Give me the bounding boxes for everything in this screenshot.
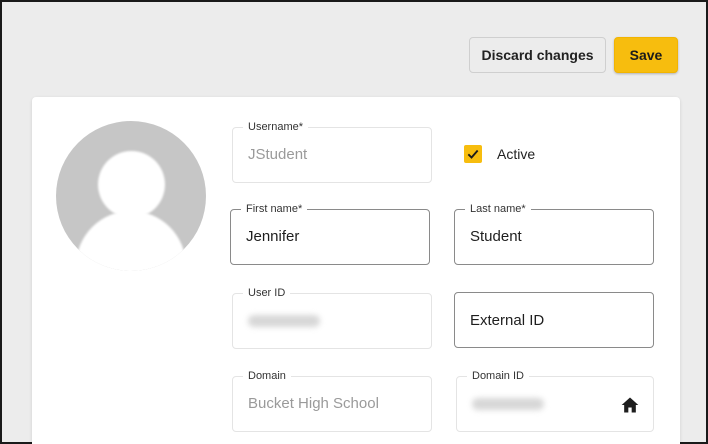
- active-toggle[interactable]: Active: [464, 145, 535, 163]
- external-id-field[interactable]: External ID: [454, 292, 654, 348]
- save-button[interactable]: Save: [614, 37, 678, 73]
- username-field: Username* JStudent: [232, 121, 432, 183]
- domain-id-label: Domain ID: [467, 370, 529, 383]
- domain-value: Bucket High School: [248, 395, 379, 412]
- checkmark-icon: [467, 149, 479, 159]
- active-checkbox[interactable]: [464, 145, 482, 163]
- last-name-value[interactable]: Student: [470, 228, 522, 246]
- domain-field: Domain Bucket High School: [232, 370, 432, 432]
- external-id-placeholder[interactable]: External ID: [470, 312, 544, 330]
- first-name-label: First name*: [241, 203, 308, 216]
- first-name-field[interactable]: First name* Jennifer: [230, 203, 430, 265]
- discard-changes-button[interactable]: Discard changes: [469, 37, 606, 73]
- avatar-head-silhouette: [98, 151, 165, 218]
- last-name-label: Last name*: [465, 203, 531, 216]
- home-icon[interactable]: [620, 395, 640, 415]
- domain-id-redacted-value: [472, 398, 544, 410]
- avatar[interactable]: [56, 121, 206, 271]
- active-label: Active: [497, 146, 536, 162]
- user-profile-card: Username* JStudent Active First name* Je…: [32, 97, 680, 444]
- domain-id-field: Domain ID: [456, 370, 654, 432]
- username-label: Username*: [243, 121, 309, 134]
- user-id-field: User ID: [232, 287, 432, 349]
- avatar-body-silhouette: [76, 211, 186, 271]
- domain-label: Domain: [243, 370, 291, 383]
- username-value: JStudent: [248, 146, 308, 163]
- user-id-label: User ID: [243, 287, 291, 300]
- user-id-redacted-value: [248, 315, 320, 327]
- first-name-value[interactable]: Jennifer: [246, 228, 299, 246]
- top-toolbar: Discard changes Save: [2, 2, 706, 97]
- last-name-field[interactable]: Last name* Student: [454, 203, 654, 265]
